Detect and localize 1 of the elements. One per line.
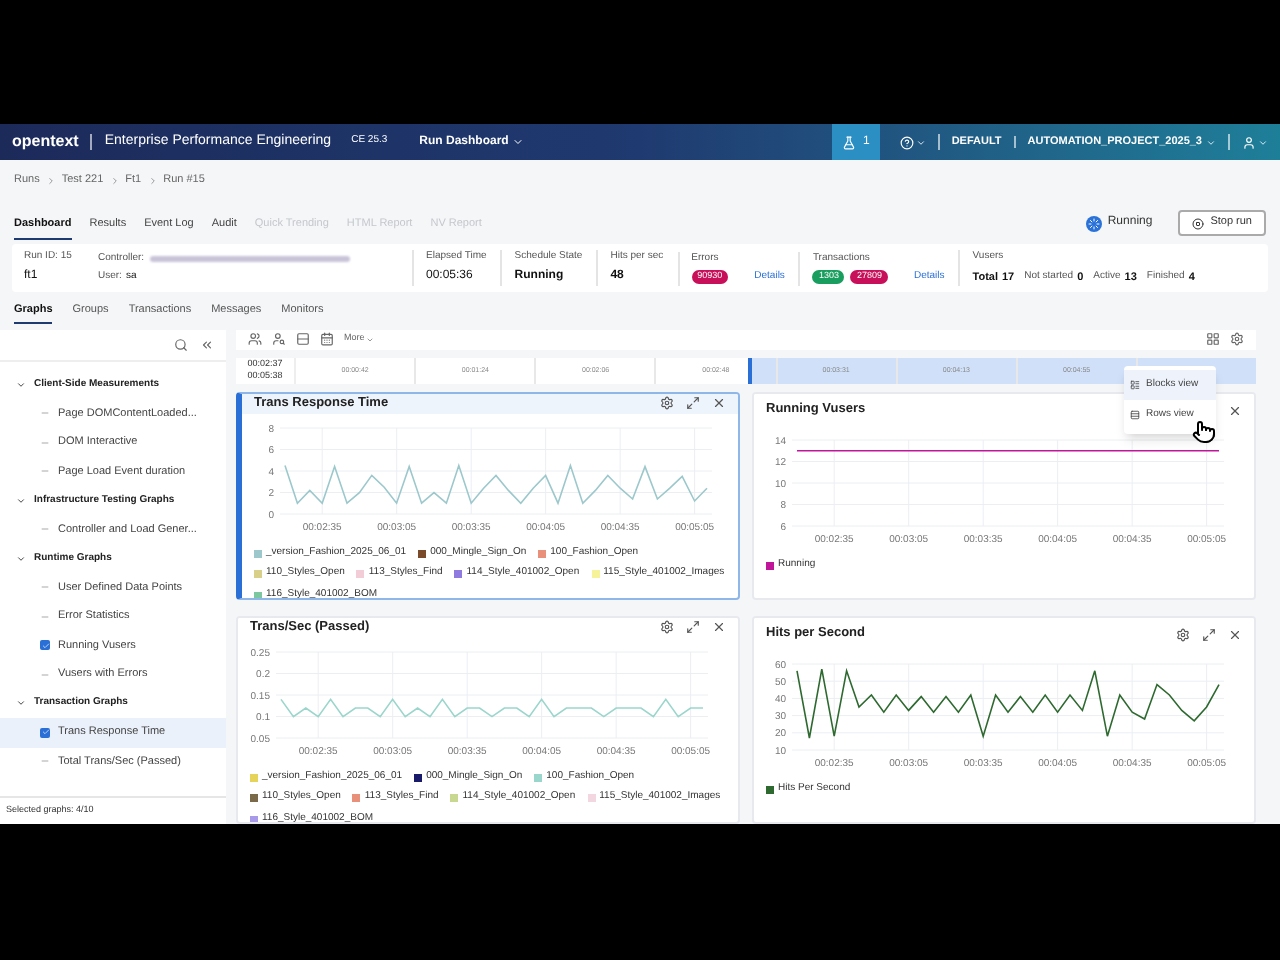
logo: opentext bbox=[12, 130, 79, 154]
